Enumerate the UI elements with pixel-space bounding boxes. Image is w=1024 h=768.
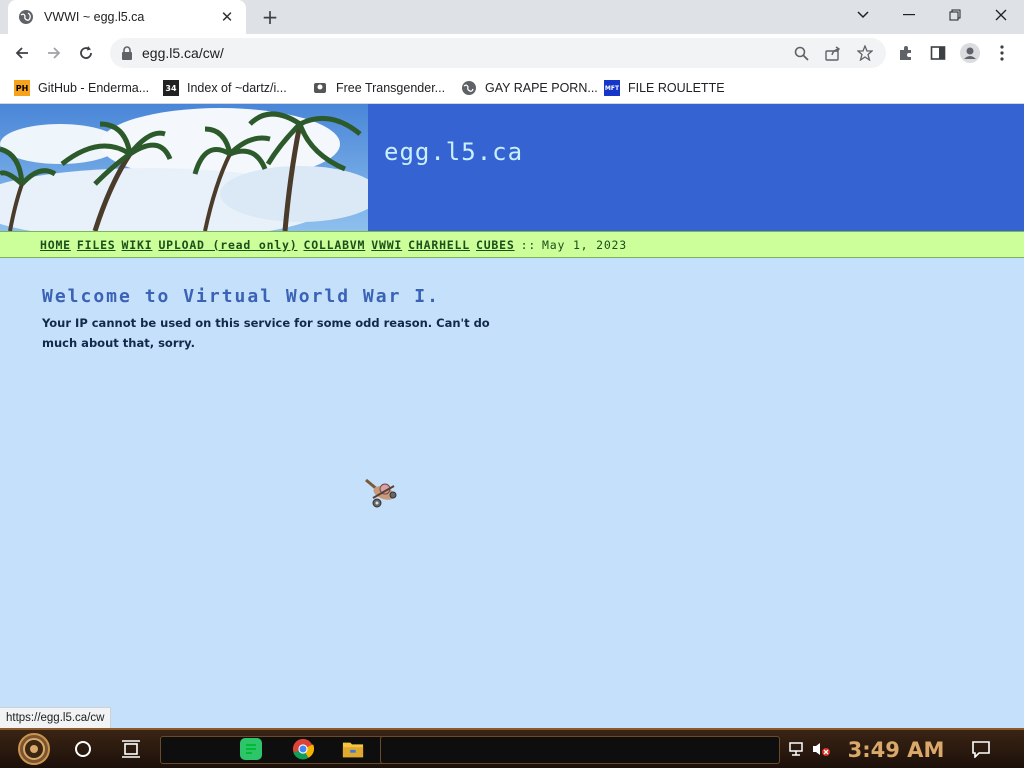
nav-cubes[interactable]: CUBES xyxy=(476,238,515,252)
search-circle-icon[interactable] xyxy=(72,738,94,760)
browser-titlebar: VWWI ~ egg.l5.ca ✕ + xyxy=(0,0,1024,34)
menu-kebab-icon[interactable] xyxy=(992,43,1012,63)
share-icon[interactable] xyxy=(824,44,842,62)
taskbar-clock[interactable]: 3:49 AM xyxy=(840,734,952,766)
volume-muted-icon[interactable] xyxy=(810,738,832,760)
nav-home[interactable]: HOME xyxy=(40,238,71,252)
notifications-icon[interactable] xyxy=(970,738,992,760)
taskbar: 3:49 AM xyxy=(0,728,1024,768)
nav-vwwi[interactable]: VWWI xyxy=(371,238,402,252)
browser-tab[interactable]: VWWI ~ egg.l5.ca ✕ xyxy=(8,0,246,34)
arrow-left-icon xyxy=(15,47,28,59)
badge-icon xyxy=(314,83,326,93)
reload-icon xyxy=(80,46,92,59)
restore-button[interactable] xyxy=(932,0,978,30)
main-content: Welcome to Virtual World War I. Your IP … xyxy=(42,286,522,353)
arrow-right-icon xyxy=(48,47,61,59)
forward-button[interactable] xyxy=(42,41,66,65)
page-heading: Welcome to Virtual World War I. xyxy=(42,286,440,307)
extensions-puzzle-icon[interactable] xyxy=(896,43,916,63)
file-explorer-icon[interactable] xyxy=(342,738,364,760)
lock-icon xyxy=(122,46,132,60)
network-icon[interactable] xyxy=(786,738,808,760)
new-tab-button[interactable]: + xyxy=(258,5,282,29)
mft-logo-icon: MFT xyxy=(604,80,620,96)
url-text: egg.l5.ca/cw/ xyxy=(142,45,224,61)
ph-logo-icon: PH xyxy=(14,80,30,96)
error-message: Your IP cannot be used on this service f… xyxy=(42,316,490,350)
tab-close-icon[interactable]: ✕ xyxy=(218,8,236,26)
site-nav: HOME FILES WIKI UPLOAD (read only) COLLA… xyxy=(0,231,1024,258)
globe-icon xyxy=(19,10,33,24)
palm-trees-image xyxy=(0,104,368,231)
biplane-cursor-icon xyxy=(365,478,397,508)
address-bar[interactable]: egg.l5.ca/cw/ xyxy=(110,38,886,68)
nav-date: May 1, 2023 xyxy=(542,237,628,252)
reload-button[interactable] xyxy=(74,41,98,65)
task-view-icon[interactable] xyxy=(120,738,142,760)
nav-collabvm[interactable]: COLLABVM xyxy=(303,238,365,252)
globe-icon xyxy=(462,81,476,95)
chrome-icon[interactable] xyxy=(292,738,314,760)
status-bar-url: https://egg.l5.ca/cw xyxy=(0,707,112,728)
nav-files[interactable]: FILES xyxy=(77,238,116,252)
nav-wiki[interactable]: WIKI xyxy=(122,238,153,252)
bookmark-index[interactable]: 34 Index of ~dartz/i... xyxy=(163,78,287,98)
nav-upload[interactable]: UPLOAD (read only) xyxy=(158,238,297,252)
tab-title: VWWI ~ egg.l5.ca xyxy=(44,10,145,24)
back-button[interactable] xyxy=(10,41,34,65)
bookmark-free-transgender[interactable]: Free Transgender... xyxy=(312,78,445,98)
close-window-button[interactable] xyxy=(978,0,1024,30)
side-panel-icon[interactable] xyxy=(928,43,948,63)
tab-search-icon[interactable] xyxy=(840,0,886,30)
notes-app-icon[interactable] xyxy=(240,738,262,760)
bookmark-gay-rape-porn[interactable]: GAY RAPE PORN... xyxy=(461,78,598,98)
bookmark-file-roulette[interactable]: MFT FILE ROULETTE xyxy=(604,78,725,98)
taskbar-running-area xyxy=(380,736,780,764)
site-34-icon: 34 xyxy=(163,80,179,96)
site-banner: egg.l5.ca xyxy=(0,104,1024,231)
browser-toolbar: egg.l5.ca/cw/ xyxy=(0,34,1024,72)
start-button-gear-icon[interactable] xyxy=(10,732,58,766)
bookmark-github[interactable]: PH GitHub - Enderma... xyxy=(14,78,149,98)
nav-charhell[interactable]: CHARHELL xyxy=(408,238,470,252)
zoom-search-icon[interactable] xyxy=(792,44,810,62)
site-title: egg.l5.ca xyxy=(384,138,524,166)
bookmark-star-icon[interactable] xyxy=(856,44,874,62)
profile-avatar-icon[interactable] xyxy=(960,43,980,63)
minimize-button[interactable] xyxy=(886,0,932,30)
nav-separator: :: xyxy=(520,237,537,252)
bookmarks-bar: PH GitHub - Enderma... 34 Index of ~dart… xyxy=(0,72,1024,104)
